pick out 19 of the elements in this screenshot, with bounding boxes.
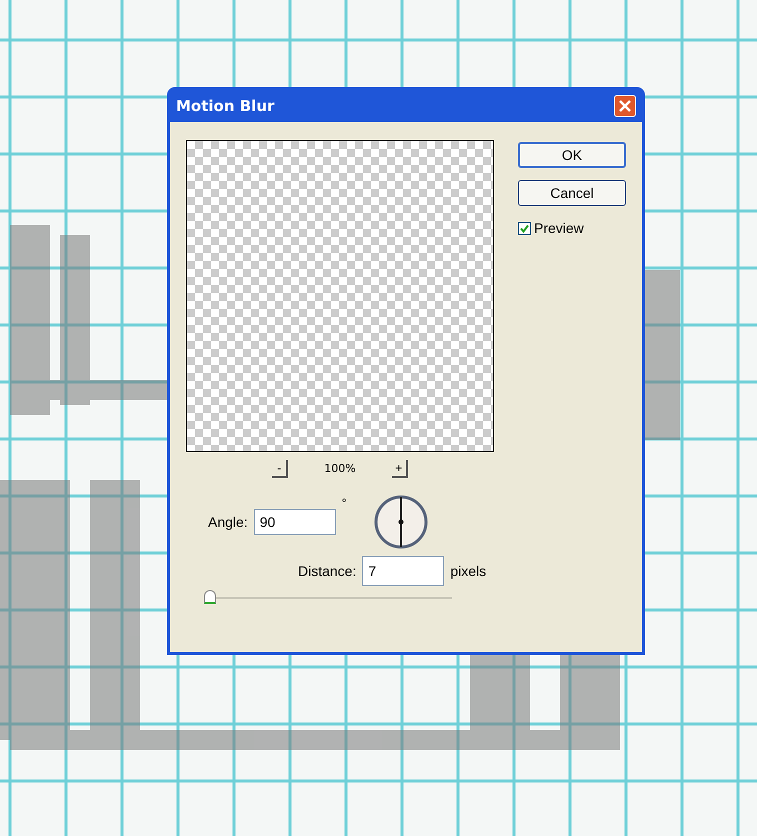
zoom-in-button[interactable]: + <box>392 460 408 478</box>
window-title: Motion Blur <box>176 96 274 117</box>
pixels-unit: pixels <box>450 562 486 581</box>
close-icon <box>619 100 631 112</box>
zoom-out-button[interactable]: - <box>272 460 288 478</box>
checkmark-icon <box>520 224 529 233</box>
distance-field[interactable]: 7 <box>362 556 444 586</box>
zoom-level: 100% <box>324 460 356 477</box>
angle-label: Angle: <box>208 512 248 532</box>
angle-dial[interactable] <box>372 494 429 550</box>
dialog-button[interactable]: Cancel <box>518 180 626 206</box>
slider-thumb[interactable] <box>204 590 216 604</box>
close-button[interactable] <box>614 95 636 117</box>
angle-field[interactable]: 90 <box>254 509 336 535</box>
dialog-button[interactable]: OK <box>518 142 626 168</box>
distance-label: Distance: <box>298 562 356 580</box>
preview-checkbox[interactable] <box>518 222 531 235</box>
preview-label: Preview <box>534 219 584 238</box>
degree-unit: ° <box>342 495 347 512</box>
